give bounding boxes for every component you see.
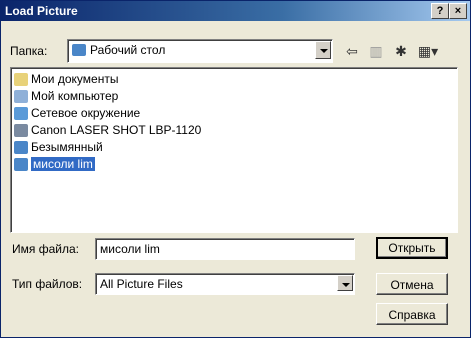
list-item[interactable]: Мои документы	[14, 71, 118, 88]
list-item[interactable]: Canon LASER SHOT LBP-1120	[14, 122, 201, 139]
window-title: Load Picture	[5, 4, 78, 18]
folder-label: Папка:	[10, 44, 48, 58]
picture-icon	[14, 141, 28, 155]
view-menu-icon[interactable]: ▦▾	[414, 41, 442, 61]
filename-input[interactable]: мисоли lim	[95, 238, 355, 260]
load-picture-dialog: Load Picture ? × Папка: Рабочий стол ⇦ ▥…	[0, 0, 471, 338]
filetype-label: Тип файлов:	[12, 277, 83, 291]
back-icon[interactable]: ⇦	[341, 41, 363, 61]
list-item-selected[interactable]: мисоли lim	[14, 156, 95, 173]
list-item[interactable]: Мой компьютер	[14, 88, 118, 105]
filetype-dropdown-button[interactable]	[337, 275, 353, 291]
filename-label: Имя файла:	[12, 242, 79, 256]
printer-icon	[14, 124, 28, 138]
close-title-button[interactable]: ×	[449, 3, 467, 19]
filename-value: мисоли lim	[100, 242, 160, 256]
help-button[interactable]: Справка	[376, 303, 448, 325]
folder-select[interactable]: Рабочий стол	[67, 39, 333, 63]
filetype-value: All Picture Files	[100, 277, 183, 291]
folder-value: Рабочий стол	[90, 43, 166, 57]
title-bar[interactable]: Load Picture ? ×	[1, 1, 470, 21]
help-title-button[interactable]: ?	[431, 3, 449, 19]
file-list[interactable]: Мои документы Мой компьютер Сетевое окру…	[10, 67, 458, 233]
list-item[interactable]: Безымянный	[14, 139, 103, 156]
filetype-select[interactable]: All Picture Files	[95, 273, 355, 295]
picture-icon	[14, 158, 28, 172]
open-button[interactable]: Открыть	[376, 237, 448, 259]
network-icon	[14, 107, 28, 121]
documents-icon	[14, 73, 28, 87]
desktop-icon	[72, 44, 86, 56]
computer-icon	[14, 90, 28, 104]
folder-dropdown-button[interactable]	[315, 41, 331, 59]
cancel-button[interactable]: Отмена	[376, 273, 448, 295]
up-folder-icon[interactable]: ▥	[365, 41, 387, 61]
list-item[interactable]: Сетевое окружение	[14, 105, 140, 122]
new-folder-icon[interactable]: ✱	[390, 41, 412, 61]
